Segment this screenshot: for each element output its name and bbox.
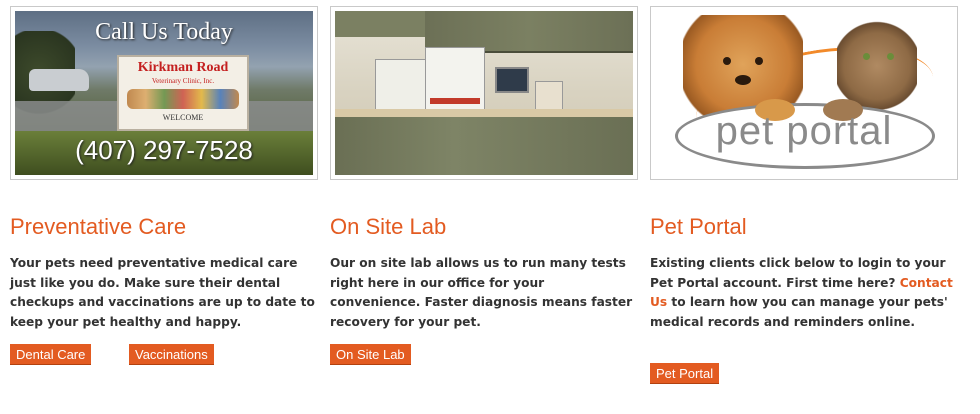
card-heading[interactable]: On Site Lab (330, 214, 446, 240)
sign-subtitle: Veterinary Clinic, Inc. (151, 77, 215, 85)
lab-photo (335, 11, 633, 175)
body-text-part: to learn how you can manage your pets' m… (650, 295, 948, 329)
card-body: Our on site lab allows us to run many te… (330, 256, 633, 329)
card-body: Your pets need preventative medical care… (10, 256, 315, 329)
upper-cabinet-left (335, 11, 425, 37)
on-site-lab-button[interactable]: On Site Lab (330, 344, 411, 365)
call-us-title: Call Us Today (95, 19, 233, 45)
card-heading[interactable]: Pet Portal (650, 214, 747, 240)
pet-portal-logo: pet portal (655, 11, 953, 175)
dog-eye (755, 57, 763, 65)
clinic-sign: Kirkman Road Veterinary Clinic, Inc. WEL… (117, 55, 249, 131)
monitor (495, 67, 529, 93)
pet-portal-button[interactable]: Pet Portal (650, 363, 720, 384)
lower-cabinets (335, 117, 633, 175)
sign-animals-art (127, 89, 239, 109)
sign-welcome: WELCOME (162, 113, 204, 122)
dog-eye (723, 57, 731, 65)
car (29, 69, 89, 91)
sign-title: Kirkman Road (137, 60, 229, 75)
lab-analyzer (425, 47, 485, 111)
cat-eye (887, 53, 894, 60)
clinic-photo-frame[interactable]: Kirkman Road Veterinary Clinic, Inc. WEL… (10, 6, 318, 180)
dental-care-button[interactable]: Dental Care (10, 344, 92, 365)
supply-box (535, 81, 563, 111)
phone-number: (407) 297-7528 (75, 135, 253, 165)
vaccinations-button[interactable]: Vaccinations (129, 344, 214, 365)
clinic-sign-photo: Kirkman Road Veterinary Clinic, Inc. WEL… (15, 11, 313, 175)
lab-photo-frame[interactable] (330, 6, 638, 180)
dog-nose (735, 75, 751, 85)
cat-eye (863, 53, 870, 60)
pet-portal-frame[interactable]: pet portal (650, 6, 958, 180)
card-body: Existing clients click below to login to… (650, 254, 956, 332)
logo-text: pet portal (715, 109, 893, 153)
cat-illustration (837, 21, 917, 111)
card-heading[interactable]: Preventative Care (10, 214, 186, 240)
countertop (335, 109, 633, 117)
